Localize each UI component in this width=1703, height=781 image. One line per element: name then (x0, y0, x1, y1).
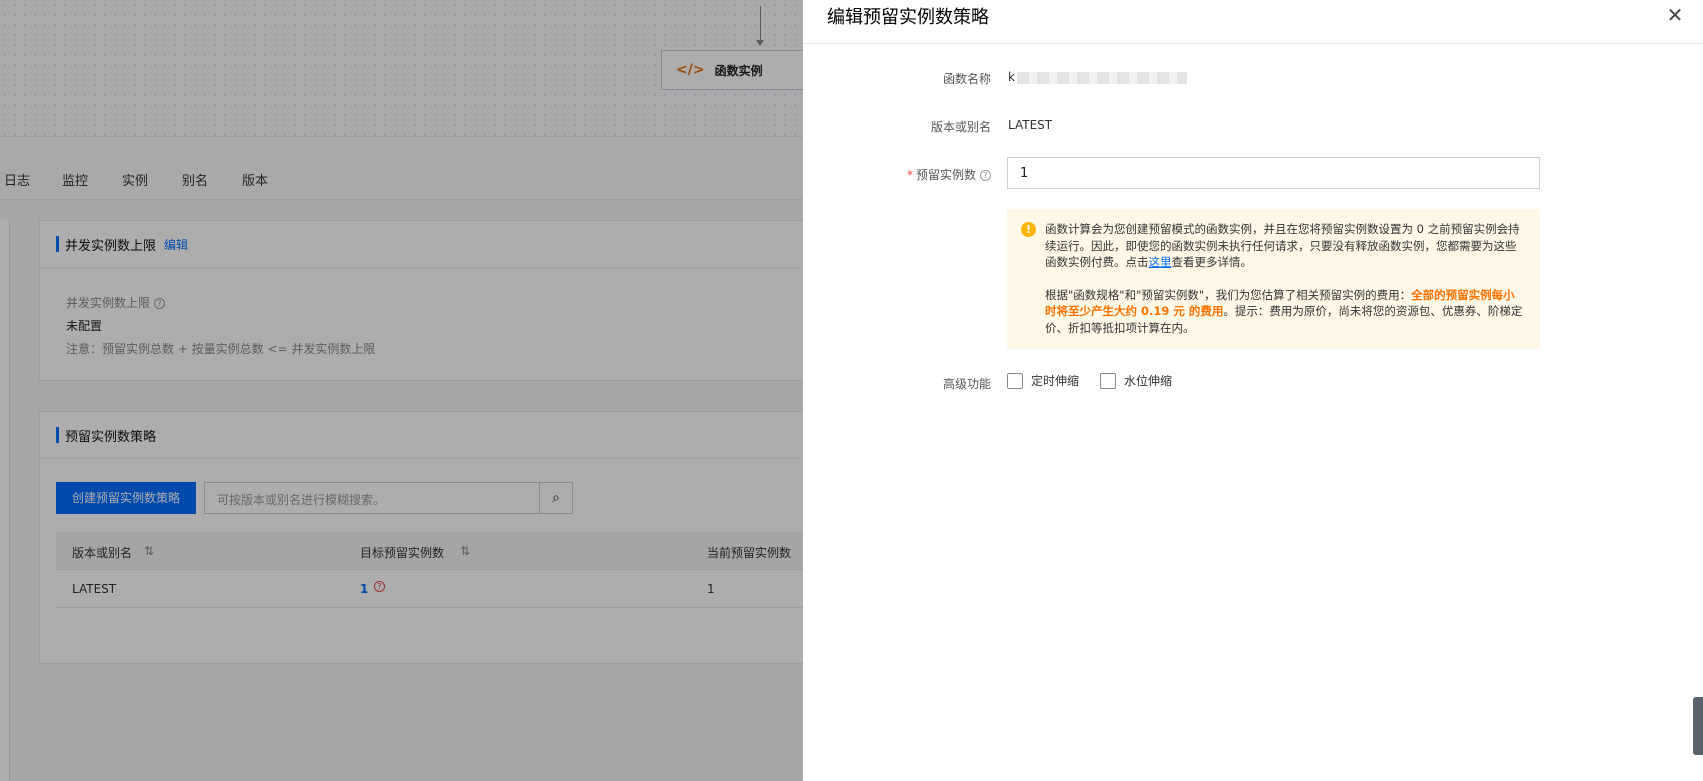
provisioned-count-input[interactable] (1007, 157, 1540, 189)
option-label: 水位伸缩 (1124, 374, 1173, 388)
required-mark: * (906, 168, 913, 182)
notice-paragraph: 根据"函数规格"和"预留实例数"，我们为您估算了相关预留实例的费用：全部的预留实… (1045, 287, 1523, 335)
modal-mask[interactable] (0, 0, 803, 781)
function-name-value: k (1008, 70, 1187, 84)
warning-icon: ! (1021, 222, 1036, 237)
redacted-text (1016, 71, 1187, 84)
drawer-header: 编辑预留实例数策略 ✕ (803, 0, 1703, 44)
edit-policy-drawer: 编辑预留实例数策略 ✕ 函数名称 k 版本或别名 LATEST * 预留实例数? … (803, 0, 1703, 781)
drawer-title: 编辑预留实例数策略 (827, 7, 989, 28)
close-icon[interactable]: ✕ (1664, 2, 1686, 28)
side-widget-handle[interactable] (1693, 697, 1703, 755)
advanced-label: 高级功能 (942, 377, 991, 391)
scheduled-scaling-checkbox[interactable] (1007, 372, 1023, 389)
scheduled-scaling-option[interactable]: 定时伸缩 (1007, 372, 1079, 389)
function-name-label: 函数名称 (942, 72, 991, 86)
watermark-scaling-option[interactable]: 水位伸缩 (1100, 372, 1172, 389)
option-label: 定时伸缩 (1031, 374, 1080, 388)
more-details-link[interactable]: 这里 (1149, 255, 1172, 269)
count-label: * 预留实例数? (803, 166, 991, 183)
notice-paragraph: 函数计算会为您创建预留模式的函数实例，并且在您将预留实例数设置为 0 之前预留实… (1045, 222, 1520, 269)
version-label: 版本或别名 (930, 120, 991, 134)
version-value: LATEST (1008, 118, 1053, 132)
cost-notice: ! 函数计算会为您创建预留模式的函数实例，并且在您将预留实例数设置为 0 之前预… (1007, 209, 1540, 349)
watermark-scaling-checkbox[interactable] (1100, 372, 1116, 389)
help-icon[interactable]: ? (980, 170, 991, 181)
